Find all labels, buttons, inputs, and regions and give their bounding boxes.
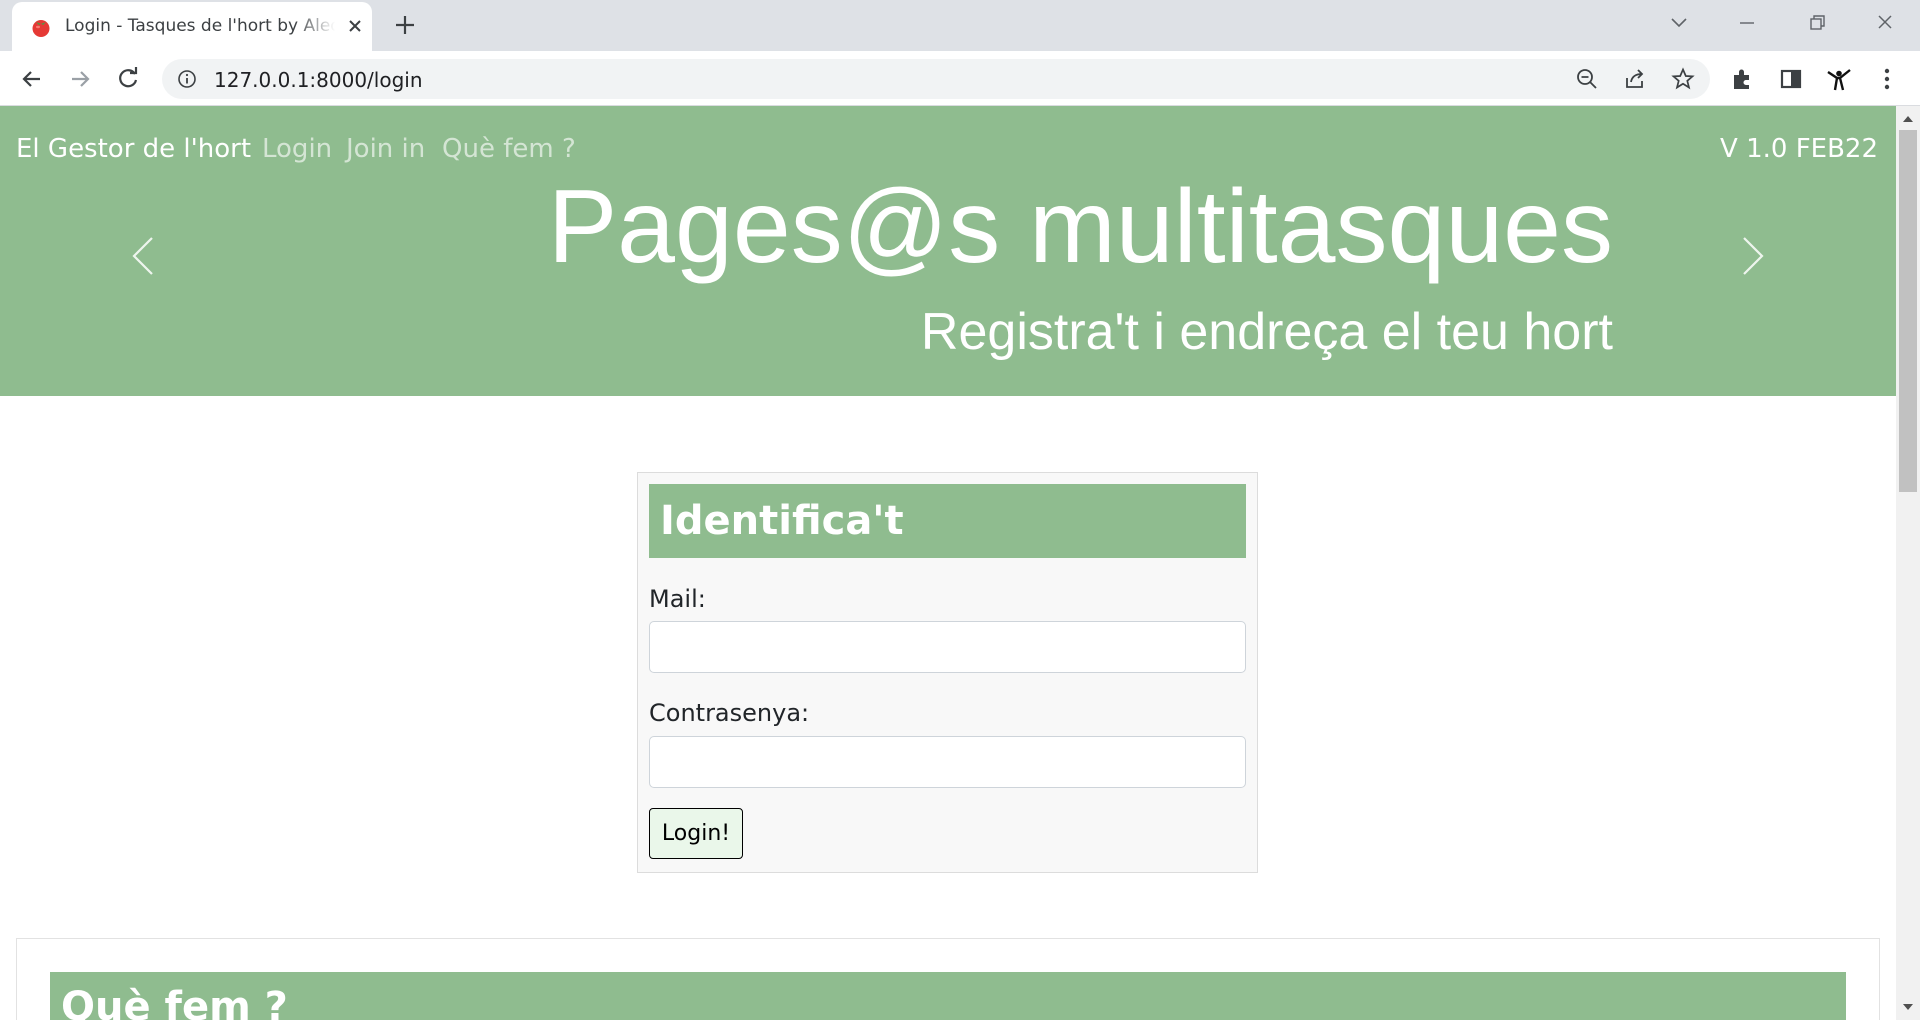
login-form: Identifica't Mail: Contrasenya: Login!: [637, 472, 1258, 873]
login-heading: Identifica't: [660, 498, 904, 544]
scroll-up-icon[interactable]: [1902, 114, 1914, 124]
nav-link-que-fem[interactable]: Què fem ?: [442, 134, 576, 164]
login-card-header: Identifica't: [649, 484, 1246, 558]
carousel-next-icon[interactable]: [1736, 226, 1770, 286]
scrollbar-thumb[interactable]: [1899, 130, 1917, 492]
about-header: Què fem ?: [50, 972, 1846, 1020]
extensions-icon[interactable]: [1729, 65, 1757, 93]
password-label: Contrasenya:: [649, 699, 810, 727]
side-panel-icon[interactable]: [1777, 65, 1805, 93]
hero-banner: El Gestor de l'hort Login Join in Què fe…: [0, 106, 1896, 396]
new-tab-icon[interactable]: [392, 12, 418, 38]
scroll-down-icon[interactable]: [1902, 1002, 1914, 1012]
login-button[interactable]: Login!: [649, 808, 743, 859]
about-heading: Què fem ?: [61, 984, 288, 1020]
url-text[interactable]: 127.0.0.1:8000/login: [214, 68, 423, 92]
close-tab-icon[interactable]: [344, 15, 366, 37]
password-input[interactable]: [649, 736, 1246, 788]
mail-input[interactable]: [649, 621, 1246, 673]
forward-icon[interactable]: [66, 65, 94, 93]
restore-icon[interactable]: [1802, 10, 1832, 36]
bookmark-star-icon[interactable]: [1671, 67, 1695, 91]
back-icon[interactable]: [18, 65, 46, 93]
address-bar[interactable]: 127.0.0.1:8000/login: [162, 59, 1710, 99]
browser-toolbar: 127.0.0.1:8000/login: [0, 51, 1920, 106]
navbar-brand[interactable]: El Gestor de l'hort: [16, 134, 251, 164]
nav-link-join-in[interactable]: Join in: [346, 134, 425, 164]
tab-search-icon[interactable]: [1664, 10, 1694, 36]
hero-subtitle: Registra't i endreça el teu hort: [920, 303, 1613, 361]
minimize-icon[interactable]: [1732, 10, 1762, 36]
zoom-out-icon[interactable]: [1575, 67, 1599, 91]
share-icon[interactable]: [1623, 67, 1647, 91]
page-scrollbar[interactable]: [1896, 106, 1920, 1020]
page-viewport: El Gestor de l'hort Login Join in Què fe…: [0, 106, 1896, 1020]
menu-icon[interactable]: [1873, 65, 1901, 93]
hero-title: Pages@s multitasques: [547, 169, 1613, 285]
browser-tab[interactable]: Login - Tasques de l'hort by Aleoc: [12, 2, 372, 51]
site-info-icon[interactable]: [177, 69, 197, 89]
version-label: V 1.0 FEB22: [1720, 134, 1878, 164]
profile-icon[interactable]: [1825, 65, 1853, 93]
mail-label: Mail:: [649, 585, 706, 613]
about-section: Què fem ?: [16, 938, 1880, 1020]
tab-strip: Login - Tasques de l'hort by Aleoc: [0, 0, 1920, 51]
reload-icon[interactable]: [114, 65, 142, 93]
tomato-icon: [32, 20, 50, 37]
nav-link-login[interactable]: Login: [262, 134, 332, 164]
window-close-icon[interactable]: [1870, 10, 1900, 36]
tab-title: Login - Tasques de l'hort by Aleoc: [65, 16, 335, 36]
